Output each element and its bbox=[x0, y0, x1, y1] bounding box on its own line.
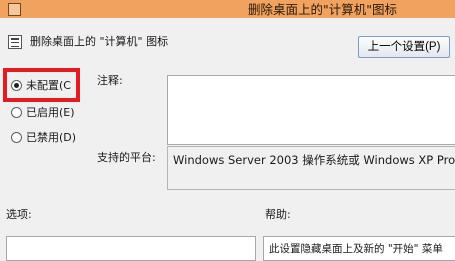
help-label: 帮助: bbox=[265, 208, 291, 221]
comment-label: 注释: bbox=[97, 74, 123, 87]
help-pane: 此设置隐藏桌面上及新的 "开始" 菜单 bbox=[263, 236, 455, 261]
highlight-annotation bbox=[3, 68, 80, 102]
radio-disabled[interactable]: 已禁用(D) bbox=[11, 130, 76, 144]
radio-enabled-button[interactable] bbox=[11, 106, 22, 118]
radio-enabled[interactable]: 已启用(E) bbox=[11, 105, 75, 119]
previous-setting-button[interactable]: 上一个设置(P) bbox=[358, 36, 450, 58]
window-title: 删除桌面上的"计算机"图标 bbox=[248, 2, 397, 17]
radio-disabled-label: 已禁用(D) bbox=[26, 131, 77, 144]
radio-enabled-label: 已启用(E) bbox=[26, 106, 75, 119]
policy-setting-icon bbox=[8, 35, 22, 49]
options-label: 选项: bbox=[6, 208, 32, 221]
setting-title: 删除桌面上的 "计算机" 图标 bbox=[30, 35, 169, 48]
title-bar: 删除桌面上的"计算机"图标 bbox=[0, 0, 455, 18]
radio-disabled-button[interactable] bbox=[11, 131, 22, 143]
supported-platform-value: Windows Server 2003 操作系统或 Windows XP Pro… bbox=[167, 146, 455, 190]
supported-platform-label: 支持的平台: bbox=[97, 151, 156, 164]
window-icon bbox=[8, 3, 21, 16]
options-pane bbox=[6, 236, 256, 261]
comment-textarea[interactable] bbox=[167, 75, 455, 145]
